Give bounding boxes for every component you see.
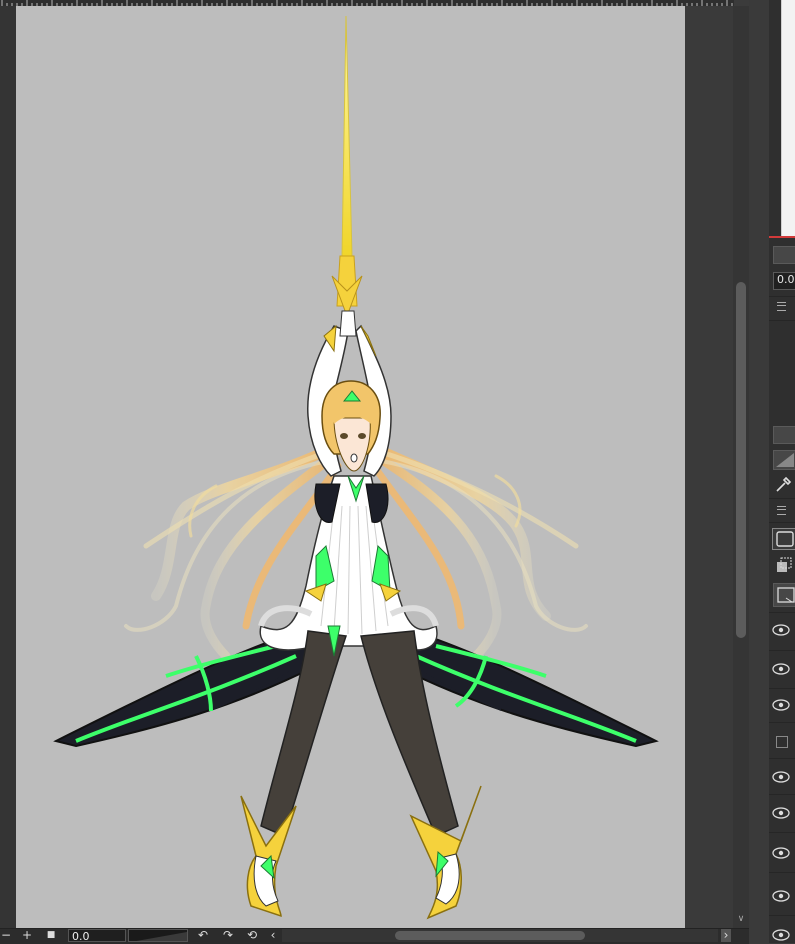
layer-divider [769, 915, 795, 916]
navigator-preview[interactable] [781, 0, 795, 236]
zoom-slider[interactable] [128, 929, 188, 942]
layer-visibility-eye-icon[interactable] [772, 890, 790, 902]
panel-divider [769, 522, 795, 523]
layer-divider [769, 688, 795, 689]
layer-divider [769, 650, 795, 651]
layer-visibility-eye-icon[interactable] [772, 624, 790, 636]
layer-visibility-eye-icon[interactable] [772, 663, 790, 675]
layer-visibility-eye-icon[interactable] [772, 699, 790, 711]
sword [331, 15, 363, 318]
blend-mode-dropdown[interactable] [773, 246, 795, 264]
zoom-in-button[interactable]: + [20, 928, 34, 943]
opacity-value: 0.0 [777, 273, 795, 286]
layer-mask-button[interactable] [773, 583, 795, 607]
layer-divider [769, 832, 795, 833]
layer-divider [769, 722, 795, 723]
gradient-swatch[interactable] [773, 450, 795, 470]
layer-visibility-eye-icon[interactable] [772, 807, 790, 819]
copy-layer-icon[interactable] [773, 556, 795, 576]
illustration-artwork [53, 15, 659, 920]
layer-color-button[interactable] [773, 426, 795, 444]
layer-menu-icon[interactable] [777, 506, 786, 515]
panel-divider [769, 498, 795, 499]
drawing-canvas[interactable] [16, 6, 685, 928]
layer-divider [769, 612, 795, 613]
scroll-left-button[interactable]: ‹ [268, 928, 278, 943]
rotate-right-button[interactable]: ↷ [221, 928, 235, 943]
layer-visibility-eye-icon[interactable] [772, 847, 790, 859]
reset-rotation-button[interactable]: ⟲ [245, 928, 259, 943]
scroll-right-button[interactable]: › [721, 929, 731, 942]
layer-visibility-eye-icon[interactable] [772, 929, 790, 941]
navigator-view-frame [769, 236, 795, 238]
panel-menu-icon[interactable] [777, 302, 786, 311]
layer-visibility-checkbox[interactable] [776, 736, 788, 748]
panel-divider [769, 296, 795, 297]
dress [258, 475, 439, 651]
panel-divider [769, 320, 795, 321]
canvas-right-margin [685, 6, 733, 928]
horizontal-scrollbar-thumb[interactable] [395, 931, 585, 940]
scroll-down-icon[interactable]: ∨ [735, 912, 747, 926]
zoom-level-field[interactable]: 0.0 [68, 929, 126, 943]
canvas-left-margin [0, 6, 16, 928]
layer-divider [769, 872, 795, 873]
rotate-left-button[interactable]: ↶ [196, 928, 210, 943]
layer-divider [769, 758, 795, 759]
panel-gutter [749, 0, 769, 943]
eyedropper-icon[interactable] [773, 474, 795, 494]
fit-view-button[interactable]: ■ [44, 928, 58, 943]
layer-visibility-eye-icon[interactable] [772, 771, 790, 783]
vertical-scrollbar-thumb[interactable] [736, 282, 746, 638]
layer-divider [769, 794, 795, 795]
zoom-out-button[interactable]: − [0, 928, 12, 943]
new-layer-button[interactable] [772, 528, 795, 550]
